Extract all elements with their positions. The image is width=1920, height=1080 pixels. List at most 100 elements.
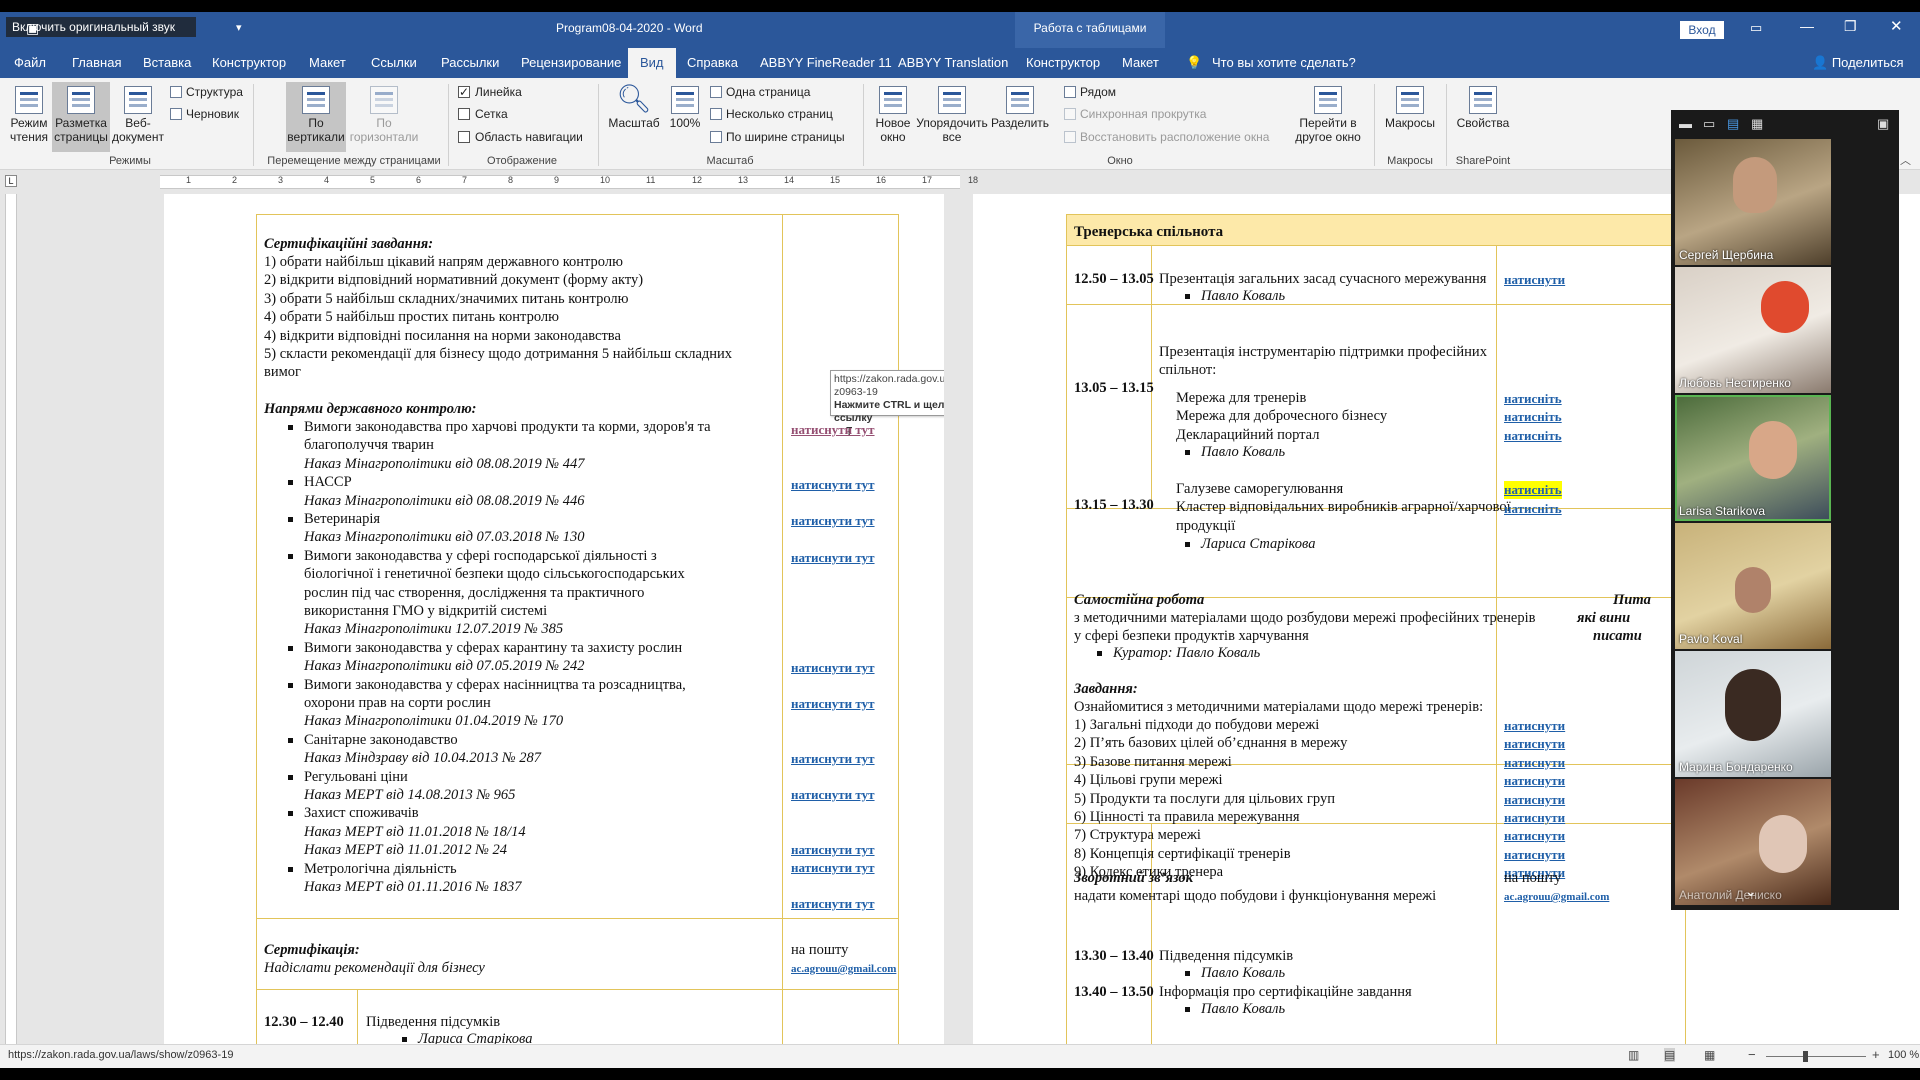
signin-button[interactable]: Вход (1680, 21, 1724, 39)
share-button[interactable]: 👤 Поделиться (1812, 55, 1904, 71)
participant-tile[interactable]: Анатолий Дениско ⌄ (1675, 779, 1831, 905)
properties-button[interactable]: Свойства (1452, 82, 1514, 130)
hyperlink-natysnuty-tut[interactable]: натиснути тут (791, 859, 875, 877)
exit-panel-icon[interactable]: ▣ (1877, 116, 1889, 132)
horizontal-ruler[interactable]: L 1 2 3 4 5 6 7 8 9 10 11 12 13 14 15 16 17 18 (0, 170, 1920, 194)
navigation-pane-checkbox[interactable]: Область навигации (458, 129, 583, 145)
hyperlink[interactable]: натиснути (1504, 809, 1565, 827)
tab-layout[interactable]: Макет (309, 55, 346, 70)
zoom-100-button[interactable]: 100% (664, 82, 706, 130)
hyperlink[interactable]: натиснути (1504, 754, 1565, 772)
tab-design[interactable]: Конструктор (212, 55, 286, 70)
tab-file[interactable]: Файл (14, 55, 46, 70)
hyperlink[interactable]: натиснути (1504, 772, 1565, 790)
hyperlink[interactable]: натиснути (1504, 827, 1565, 845)
hyperlink[interactable]: натиснути (1504, 846, 1565, 864)
participant-tile[interactable]: Марина Бондаренко (1675, 651, 1831, 777)
document-page-left[interactable]: Сертифікаційні завдання: Напрями державн… (164, 194, 944, 1044)
close-icon[interactable]: ✕ (1890, 17, 1903, 35)
one-page-button[interactable]: Одна страница (710, 84, 810, 100)
email-link[interactable]: ac.agrouu@gmail.com (791, 960, 896, 978)
customize-qat-icon[interactable]: ▾ (236, 21, 242, 34)
zoom-button[interactable]: 🔍︎ Масштаб (606, 82, 662, 130)
vertical-ruler[interactable] (0, 194, 22, 1044)
hyperlink-highlighted[interactable]: натисніть (1504, 481, 1562, 500)
hyperlink[interactable]: натиснути (1504, 271, 1565, 289)
tab-abbyy-finereader[interactable]: ABBYY FineReader 11 (760, 55, 892, 70)
chevron-down-icon[interactable]: ⌄ (1745, 883, 1757, 900)
hyperlink[interactable]: натиснути (1504, 717, 1565, 735)
zoom-in-button[interactable]: + (1872, 1047, 1880, 1062)
participant-tile[interactable]: Сергей Щербина (1675, 139, 1831, 265)
side-by-side-button[interactable]: Рядом (1064, 84, 1116, 100)
reset-window-button[interactable]: Восстановить расположение окна (1064, 129, 1269, 145)
new-window-button[interactable]: Новое окно (870, 82, 916, 144)
print-layout-status-icon[interactable]: ▤ (1664, 1048, 1676, 1062)
strip-view-icon[interactable]: ▤ (1727, 116, 1739, 132)
agenda-item: Кластер відповідальних виробників аграрн… (1176, 499, 1511, 516)
ribbon-display-icon[interactable]: ▭ (1750, 20, 1762, 36)
gridlines-checkbox[interactable]: Сетка (458, 106, 508, 122)
hyperlink-natysnuty-tut[interactable]: натиснути тут (791, 841, 875, 859)
hyperlink[interactable]: натисніть (1504, 500, 1562, 518)
switch-windows-button[interactable]: Перейти в другое окно (1290, 82, 1366, 144)
draft-button[interactable]: Черновик (170, 106, 239, 122)
minimize-panel-icon[interactable]: ▬ (1679, 116, 1692, 131)
email-link[interactable]: ac.agrouu@gmail.com (1504, 888, 1609, 906)
page-width-button[interactable]: По ширине страницы (710, 129, 845, 145)
zoom-slider-track[interactable] (1766, 1056, 1866, 1057)
tab-abbyy-translation[interactable]: ABBYY Translation (898, 55, 1008, 70)
tab-mailings[interactable]: Рассылки (441, 55, 499, 70)
tab-view[interactable]: Вид (628, 48, 676, 78)
hyperlink-natysnuty-tut[interactable]: натиснути тут (791, 476, 875, 494)
tell-me-input[interactable]: Что вы хотите сделать? (1212, 55, 1356, 70)
speaker-view-icon[interactable]: ▭ (1703, 116, 1715, 132)
hyperlink-natysnuty-tut[interactable]: натиснути тут (791, 895, 875, 913)
save-icon[interactable]: ▣ (26, 20, 39, 37)
hyperlink[interactable]: натисніть (1504, 427, 1562, 445)
vertical-movement-button[interactable]: По вертикали (286, 82, 346, 152)
tab-insert[interactable]: Вставка (143, 55, 191, 70)
restore-icon[interactable]: ❐ (1844, 18, 1857, 35)
tab-references[interactable]: Ссылки (371, 55, 417, 70)
web-layout-button[interactable]: Веб- документ (112, 82, 164, 144)
hyperlink-natysnuty-tut[interactable]: натиснути тут (791, 421, 875, 439)
print-layout-button[interactable]: Разметка страницы (52, 82, 110, 152)
participant-tile[interactable]: Любовь Нестиренко (1675, 267, 1831, 393)
hyperlink-natysnuty-tut[interactable]: натиснути тут (791, 512, 875, 530)
hyperlink-natysnuty-tut[interactable]: натиснути тут (791, 549, 875, 567)
zoom-level[interactable]: 100 % (1888, 1049, 1919, 1061)
collapse-ribbon-icon[interactable]: ︿ (1900, 152, 1911, 168)
split-button[interactable]: Разделить (990, 82, 1050, 130)
read-mode-status-icon[interactable]: ▥ (1628, 1048, 1639, 1062)
arrange-all-button[interactable]: Упорядочить все (914, 82, 990, 144)
minimize-icon[interactable]: — (1800, 18, 1814, 34)
read-mode-button[interactable]: Режим чтения (6, 82, 52, 144)
tab-table-layout[interactable]: Макет (1122, 55, 1159, 70)
macros-button[interactable]: Макросы (1380, 82, 1440, 130)
horizontal-movement-button[interactable]: По горизонтали (348, 82, 420, 144)
web-layout-status-icon[interactable]: ▦ (1704, 1048, 1715, 1062)
outline-button[interactable]: Структура (170, 84, 243, 100)
hyperlink[interactable]: натиснути (1504, 791, 1565, 809)
zoom-out-button[interactable]: − (1748, 1047, 1756, 1062)
ruler-checkbox[interactable]: Линейка (458, 84, 522, 100)
hyperlink-natysnuty-tut[interactable]: натиснути тут (791, 659, 875, 677)
document-area[interactable]: Сертифікаційні завдання: Напрями державн… (22, 194, 1920, 1044)
hyperlink-natysnuty-tut[interactable]: натиснути тут (791, 786, 875, 804)
tab-review[interactable]: Рецензирование (521, 55, 621, 70)
hyperlink[interactable]: натисніть (1504, 390, 1562, 408)
participant-tile[interactable]: Pavlo Koval (1675, 523, 1831, 649)
grid-view-icon[interactable]: ▦ (1751, 116, 1763, 132)
tab-home[interactable]: Главная (72, 55, 121, 70)
participant-tile[interactable]: Larisa Starikova (1675, 395, 1831, 521)
hyperlink-natysnuty-tut[interactable]: натиснути тут (791, 750, 875, 768)
multiple-pages-button[interactable]: Несколько страниц (710, 106, 833, 122)
sync-scroll-button[interactable]: Синхронная прокрутка (1064, 106, 1206, 122)
hyperlink[interactable]: натиснути (1504, 735, 1565, 753)
hyperlink[interactable]: натисніть (1504, 408, 1562, 426)
zoom-slider-thumb[interactable] (1803, 1051, 1808, 1062)
hyperlink-natysnuty-tut[interactable]: натиснути тут (791, 695, 875, 713)
tab-help[interactable]: Справка (687, 55, 738, 70)
tab-table-design[interactable]: Конструктор (1026, 55, 1100, 70)
